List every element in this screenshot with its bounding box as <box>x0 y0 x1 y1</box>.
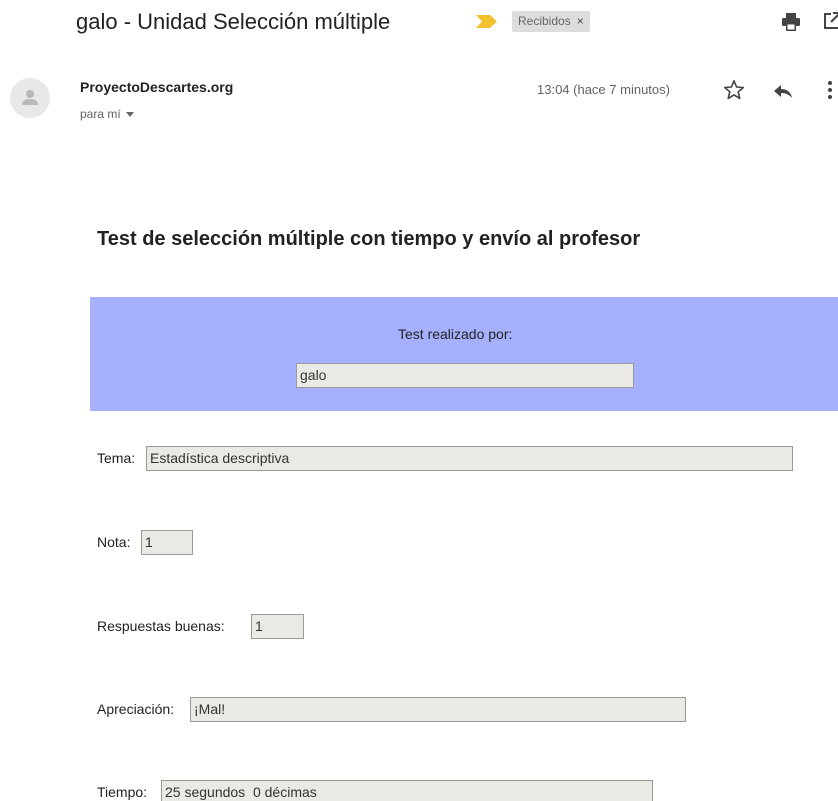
label-chip-inbox[interactable]: Recibidos × <box>512 11 590 32</box>
apreciacion-label: Apreciación: <box>97 701 175 717</box>
caret-down-icon[interactable] <box>125 112 134 118</box>
sender-name[interactable]: ProyectoDescartes.org <box>80 79 233 95</box>
nota-field[interactable]: 1 <box>141 530 193 555</box>
tiempo-label: Tiempo: <box>97 784 148 800</box>
important-marker-icon[interactable] <box>476 15 498 28</box>
apreciacion-field[interactable]: ¡Mal! <box>190 697 686 722</box>
email-subject: galo - Unidad Selección múltiple <box>76 9 391 34</box>
tiempo-field[interactable]: 25 segundos 0 décimas <box>161 780 653 801</box>
test-title: Test de selección múltiple con tiempo y … <box>97 228 641 250</box>
test-author-field[interactable]: galo <box>296 363 634 388</box>
tema-field[interactable]: Estadística descriptiva <box>146 446 793 471</box>
respuestas-buenas-field[interactable]: 1 <box>251 614 304 639</box>
open-in-new-window-icon[interactable] <box>822 11 838 31</box>
respuestas-buenas-label: Respuestas buenas: <box>97 618 225 634</box>
label-chip-text: Recibidos <box>518 14 571 28</box>
person-avatar-icon <box>22 90 38 105</box>
nota-label: Nota: <box>97 534 131 550</box>
reply-icon[interactable] <box>772 80 794 102</box>
remove-label-icon[interactable]: × <box>577 14 584 28</box>
email-timestamp: 13:04 (hace 7 minutos) <box>537 82 670 97</box>
sender-avatar[interactable] <box>10 78 50 118</box>
recipient-details[interactable]: para mí <box>80 107 134 121</box>
test-author-label: Test realizado por: <box>398 326 513 342</box>
recipient-label: para mí <box>80 107 121 121</box>
more-vert-icon[interactable] <box>826 79 834 101</box>
print-icon[interactable] <box>781 12 801 32</box>
star-icon[interactable] <box>722 78 746 102</box>
test-author-panel <box>90 297 838 411</box>
tema-label: Tema: <box>97 450 136 466</box>
